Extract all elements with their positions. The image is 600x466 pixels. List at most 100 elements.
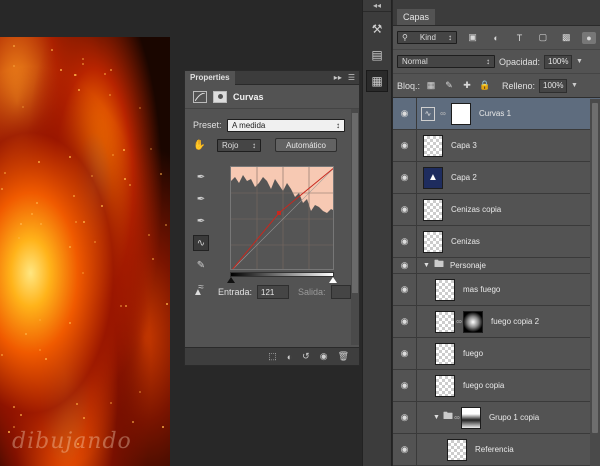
ember-spark [104,73,106,75]
visibility-eye-icon[interactable]: ◉ [393,194,417,225]
link-icon[interactable]: ∞ [439,109,447,118]
black-point-slider[interactable] [227,277,235,283]
history-icon[interactable]: ▤ [366,44,388,66]
filter-type-icon[interactable]: T [512,32,526,44]
curve-point-tool-icon[interactable]: ∿ [193,235,209,251]
layer-name[interactable]: Cenizas [451,237,480,246]
filter-pixel-icon[interactable]: ▣ [466,32,480,44]
filter-toggle-icon[interactable]: ● [582,31,596,44]
visibility-eye-icon[interactable]: ◉ [393,338,417,369]
eyedropper-gray-icon[interactable]: ✒ [193,191,209,207]
visibility-eye-icon[interactable]: ◉ [393,98,417,129]
curves-adjustment-icon[interactable] [193,90,207,103]
filter-shape-icon[interactable]: ▢ [536,32,550,44]
layer-name[interactable]: Cenizas copia [451,205,501,214]
expand-dock-icon[interactable]: ◂◂ [363,0,391,12]
layer-row-capa-3[interactable]: ◉ Capa 3 [393,130,600,162]
properties-tab[interactable]: Properties [185,70,235,85]
group-row-grupo-1-copia[interactable]: ◉ ▼ 🖿 ∞ Grupo 1 copia [393,402,600,434]
link-icon[interactable]: ∞ [455,317,463,326]
visibility-eye-icon[interactable]: ◉ [393,434,417,465]
clip-to-layer-icon[interactable]: ⬚ [268,351,277,362]
preset-select[interactable]: A medida ↕ [227,118,345,132]
fill-field[interactable]: 100% [539,78,568,93]
panel-menu-icon[interactable]: ☰ [348,73,355,82]
view-previous-icon[interactable]: ◐ [287,352,292,362]
layer-row-fuego-copia[interactable]: ◉ fuego copia [393,370,600,402]
tool-presets-icon[interactable]: ⚒ [366,18,388,40]
visibility-eye-icon[interactable]: ◉ [393,258,417,273]
fill-dropdown-icon[interactable]: ▼ [571,82,578,89]
layer-mask-icon[interactable] [213,90,227,103]
opacity-dropdown-icon[interactable]: ▼ [576,58,583,65]
opacity-field[interactable]: 100% [544,54,573,69]
curve-point-end[interactable] [333,167,334,169]
scroll-thumb[interactable] [592,103,598,433]
ember-spark [73,195,75,197]
histogram-warning-icon[interactable]: ▲ [193,287,213,298]
curves-graph[interactable] [230,166,334,270]
layer-name[interactable]: fuego copia [463,381,504,390]
group-mask-thumbnail[interactable] [460,406,481,429]
reset-icon[interactable]: ↺ [302,351,310,362]
layer-row-cenizas-copia[interactable]: ◉ Cenizas copia [393,194,600,226]
layer-row-cenizas[interactable]: ◉ Cenizas [393,226,600,258]
group-expand-icon[interactable]: ▼ [433,414,440,421]
group-expand-icon[interactable]: ▼ [423,262,430,269]
group-row-personaje[interactable]: ◉ ▼ 🖿 Personaje [393,258,600,274]
eyedropper-black-icon[interactable]: ✒ [193,169,209,185]
white-point-slider[interactable] [329,277,337,283]
pencil-icon[interactable]: ✎ [193,257,209,273]
lock-position-icon[interactable]: ✚ [460,80,474,92]
filter-smart-object-icon[interactable]: ▩ [559,32,573,44]
scroll-thumb[interactable] [352,113,358,293]
layer-name[interactable]: Curvas 1 [479,109,511,118]
curve-point-mid[interactable] [277,211,281,215]
targeted-adjustment-hand-icon[interactable]: ✋ [193,140,209,151]
layer-name[interactable]: fuego [463,349,483,358]
properties-scrollbar[interactable] [351,109,359,345]
auto-button[interactable]: Automático [275,138,337,152]
output-value-field[interactable] [330,285,351,299]
eyedropper-white-icon[interactable]: ✒ [193,213,209,229]
visibility-icon[interactable]: ◉ [320,351,328,362]
channel-select[interactable]: Rojo ↕ [217,138,261,152]
visibility-eye-icon[interactable]: ◉ [393,130,417,161]
layer-name[interactable]: mas fuego [463,285,500,294]
layer-row-capa-2[interactable]: ◉ ▲ Capa 2 [393,162,600,194]
layers-tab[interactable]: Capas [397,9,436,25]
lock-image-icon[interactable]: ✎ [442,80,456,92]
input-value-field[interactable]: 121 [257,285,290,299]
filter-adjustment-icon[interactable]: ◐ [489,32,503,44]
layer-row-fuego[interactable]: ◉ fuego [393,338,600,370]
document-canvas[interactable]: dibujando [0,37,170,466]
visibility-eye-icon[interactable]: ◉ [393,226,417,257]
group-name[interactable]: Personaje [450,261,486,270]
visibility-eye-icon[interactable]: ◉ [393,162,417,193]
delete-icon[interactable]: 🗑 [338,351,349,362]
visibility-eye-icon[interactable]: ◉ [393,306,417,337]
link-icon[interactable]: ∞ [453,413,461,422]
layer-mask-thumbnail[interactable] [463,310,483,333]
layer-row-referencia[interactable]: ◉ Referencia [393,434,600,466]
group-name[interactable]: Grupo 1 copia [489,413,539,422]
layer-name[interactable]: fuego copia 2 [491,317,539,326]
layer-name[interactable]: Referencia [475,445,514,454]
layer-row-curvas-1[interactable]: ◉ ∿ ∞ Curvas 1 [393,98,600,130]
lock-transparent-icon[interactable]: ▦ [424,80,438,92]
collapse-icon[interactable]: ▸▸ [334,73,342,82]
layer-name[interactable]: Capa 2 [451,173,477,182]
filter-kind-select[interactable]: ⚲ Kind ↕ [397,31,457,44]
visibility-eye-icon[interactable]: ◉ [393,402,417,433]
visibility-eye-icon[interactable]: ◉ [393,370,417,401]
lock-all-icon[interactable]: 🔒 [478,80,492,92]
curve-point-start[interactable] [231,269,233,270]
layer-mask-thumbnail[interactable] [451,102,471,125]
layer-row-mas-fuego[interactable]: ◉ mas fuego [393,274,600,306]
properties-dock-icon[interactable]: ▦ [366,70,388,92]
layer-name[interactable]: Capa 3 [451,141,477,150]
layer-row-fuego-copia-2[interactable]: ◉ ∞ fuego copia 2 [393,306,600,338]
visibility-eye-icon[interactable]: ◉ [393,274,417,305]
layers-scrollbar[interactable] [590,99,600,466]
blend-mode-select[interactable]: Normal ↕ [397,55,495,68]
